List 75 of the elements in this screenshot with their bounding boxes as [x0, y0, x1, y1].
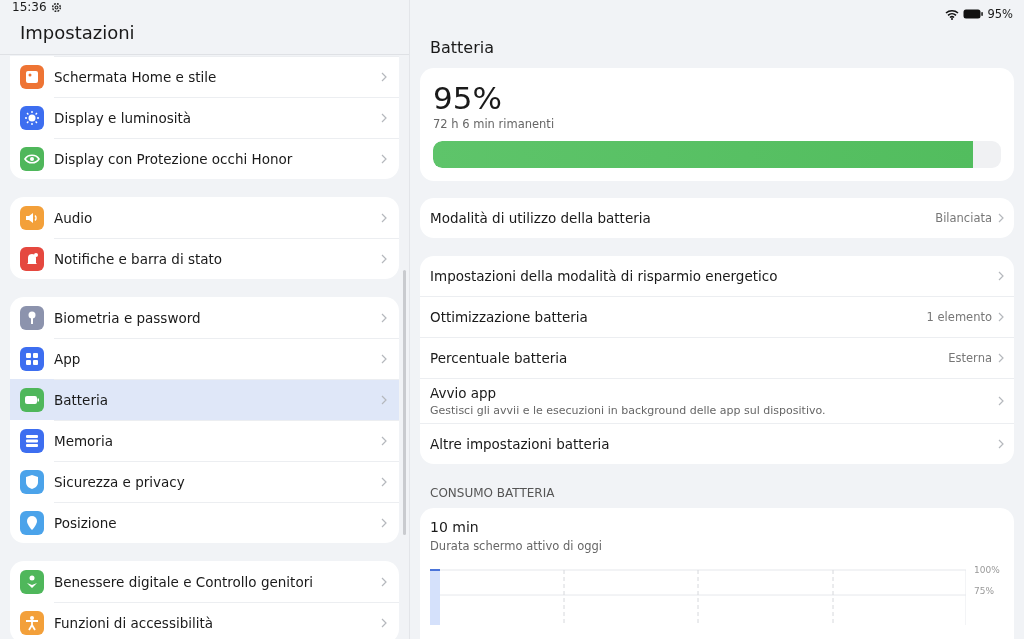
chevron-icon — [998, 312, 1004, 322]
row-label: Avvio app — [430, 385, 498, 401]
chevron-icon — [998, 353, 1004, 363]
item-label: Audio — [54, 209, 94, 226]
page-title: Impostazioni — [0, 14, 409, 55]
sidebar-item[interactable]: Posizione — [10, 502, 399, 543]
chevron-icon — [381, 113, 387, 123]
remaining-time: 72 h 6 min rimanenti — [433, 117, 556, 131]
row-value: Bilanciata — [935, 211, 992, 225]
row-description: Gestisci gli avvii e le esecuzioni in background delle app sul dispositivo. — [430, 404, 827, 417]
chevron-icon — [998, 439, 1004, 449]
item-label: Posizione — [54, 515, 118, 531]
axis-label: 75% — [974, 586, 995, 596]
sidebar-item[interactable]: Memoria — [10, 420, 399, 461]
item-label: Display con Protezione occhi Honor — [54, 151, 294, 167]
sidebar-item[interactable]: Biometria e password — [10, 297, 399, 338]
settings-row[interactable]: Modalità di utilizzo della batteria Bilanciata — [420, 198, 1014, 238]
item-label: Schermata Home e stile — [54, 69, 218, 85]
screen-time-caption: Durata schermo attivo di oggi — [430, 539, 603, 553]
settings-row[interactable]: Impostazioni della modalità di risparmio energetico — [420, 256, 1014, 296]
section-title: CONSUMO BATTERIA — [429, 485, 556, 502]
chevron-icon — [381, 72, 387, 82]
sidebar-item[interactable]: Schermata Home e stile — [10, 56, 399, 97]
settings-row[interactable]: Altre impostazioni batteria — [420, 423, 1014, 464]
chevron-icon — [998, 396, 1004, 406]
item-label: Biometria e password — [54, 309, 202, 326]
sidebar-item[interactable]: Sicurezza e privacy — [10, 461, 399, 502]
sidebar-item[interactable]: Display con Protezione occhi Honor — [10, 138, 399, 179]
chevron-icon — [381, 212, 387, 223]
chevron-icon — [998, 213, 1004, 223]
battery-percentage: 95% — [987, 7, 1013, 21]
row-value: 1 elemento — [926, 310, 992, 324]
row-label: Modalità di utilizzo della batteria — [430, 210, 652, 226]
item-label: Display e luminosità — [54, 110, 193, 126]
item-label: App — [54, 351, 82, 367]
chevron-icon — [381, 254, 387, 264]
chevron-icon — [381, 312, 387, 323]
item-label: Sicurezza e privacy — [54, 474, 186, 490]
sidebar-item[interactable]: Audio — [10, 197, 399, 238]
chevron-icon — [381, 618, 387, 628]
item-label: Memoria — [54, 433, 114, 449]
settings-row[interactable]: Avvio app Gestisci gli avvii e le esecuzioni in background delle app sul dispositivo. — [420, 378, 1014, 423]
item-label: Funzioni di accessibilità — [54, 615, 215, 631]
row-label: Ottimizzazione batteria — [430, 309, 589, 325]
settings-icon — [50, 1, 62, 13]
row-label: Percentuale batteria — [430, 350, 569, 366]
chevron-icon — [381, 154, 387, 164]
sidebar-item[interactable]: Display e luminosità — [10, 97, 399, 138]
wifi-icon — [945, 8, 960, 20]
chevron-icon — [381, 354, 387, 364]
battery-icon — [963, 9, 984, 19]
row-value: Esterna — [948, 351, 992, 365]
item-label: Benessere digitale e Controllo genitori — [54, 573, 314, 590]
sidebar-item[interactable]: App — [10, 338, 399, 379]
status-time: 15:36 — [12, 0, 47, 14]
row-label: Impostazioni della modalità di risparmio energetico — [430, 268, 779, 284]
chevron-icon — [381, 518, 387, 528]
sidebar-item[interactable]: Notifiche e barra di stato — [10, 238, 399, 279]
chevron-icon — [998, 271, 1004, 281]
chevron-icon — [381, 576, 387, 587]
settings-row[interactable]: Percentuale batteria Esterna — [420, 337, 1014, 378]
page-title: Batteria — [429, 37, 495, 59]
screen-time: 10 min — [430, 519, 480, 535]
item-label: Notifiche e barra di stato — [54, 251, 224, 267]
battery-percentage: 95% — [433, 80, 503, 116]
sidebar-item[interactable]: Benessere digitale e Controllo genitori — [10, 561, 399, 602]
settings-row[interactable]: Ottimizzazione batteria 1 elemento — [420, 296, 1014, 337]
axis-label: 100% — [974, 565, 1000, 575]
row-label: Altre impostazioni batteria — [430, 436, 611, 452]
sidebar-item[interactable]: Funzioni di accessibilità — [10, 602, 399, 639]
item-label: Batteria — [54, 392, 109, 408]
chevron-icon — [381, 436, 387, 446]
chevron-icon — [381, 395, 387, 405]
sidebar-item[interactable]: Batteria — [10, 379, 399, 420]
chevron-icon — [381, 477, 387, 487]
